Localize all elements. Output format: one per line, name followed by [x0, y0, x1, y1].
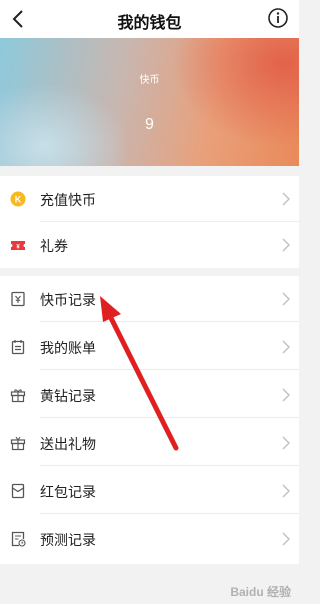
menu-item-my-bill[interactable]: 我的账单	[0, 324, 299, 370]
menu-item-recharge[interactable]: K 充值快币	[0, 176, 299, 222]
coin-k-icon: K	[10, 191, 26, 207]
menu-item-red-envelope-records[interactable]: 红包记录	[0, 468, 299, 514]
chevron-right-icon	[282, 192, 291, 206]
menu-item-label: 快币记录	[40, 292, 96, 308]
chevron-right-icon	[282, 340, 291, 354]
chevron-right-icon	[282, 532, 291, 546]
chevron-right-icon	[282, 388, 291, 402]
chevron-right-icon	[282, 292, 291, 306]
menu-item-label: 我的账单	[40, 340, 96, 356]
nav-bar: 我的钱包	[0, 0, 299, 38]
menu-item-label: 送出礼物	[40, 436, 96, 452]
menu-item-label: 预测记录	[40, 532, 96, 548]
divider	[40, 513, 299, 514]
menu-item-label: 黄钻记录	[40, 388, 96, 404]
wallet-group-records: 快币记录 我的账单 黄钻记录 送出礼物 红包记录 预测记录	[0, 276, 299, 564]
menu-item-prediction-records[interactable]: 预测记录	[0, 516, 299, 562]
divider	[40, 465, 299, 466]
page-title: 我的钱包	[117, 15, 182, 32]
balance-banner: 快币 9	[0, 38, 299, 166]
balance-label: 快币	[139, 75, 160, 86]
chevron-right-icon	[282, 238, 291, 252]
info-icon[interactable]	[267, 7, 289, 29]
menu-item-label: 礼券	[40, 238, 68, 254]
gift-box-icon	[10, 389, 26, 403]
gift-send-icon	[10, 436, 26, 451]
menu-item-coupon[interactable]: ¥ 礼券	[0, 222, 299, 268]
menu-item-coin-records[interactable]: 快币记录	[0, 276, 299, 322]
bill-icon	[11, 340, 25, 355]
prediction-icon	[11, 531, 26, 547]
yen-receipt-icon	[11, 291, 25, 307]
coupon-icon: ¥	[11, 241, 25, 250]
menu-item-label: 红包记录	[40, 484, 96, 500]
divider	[40, 321, 299, 322]
menu-item-sent-gifts[interactable]: 送出礼物	[0, 420, 299, 466]
svg-text:K: K	[15, 195, 22, 205]
chevron-right-icon	[282, 484, 291, 498]
menu-item-label: 充值快币	[40, 192, 96, 208]
menu-item-yellow-diamond-records[interactable]: 黄钻记录	[0, 372, 299, 418]
divider	[40, 417, 299, 418]
wallet-group-primary: K 充值快币 ¥ 礼券	[0, 176, 299, 268]
balance-value: 9	[145, 116, 154, 133]
divider	[40, 369, 299, 370]
red-envelope-icon	[11, 483, 25, 499]
chevron-right-icon	[282, 436, 291, 450]
watermark: Baidu 经验	[230, 585, 291, 599]
